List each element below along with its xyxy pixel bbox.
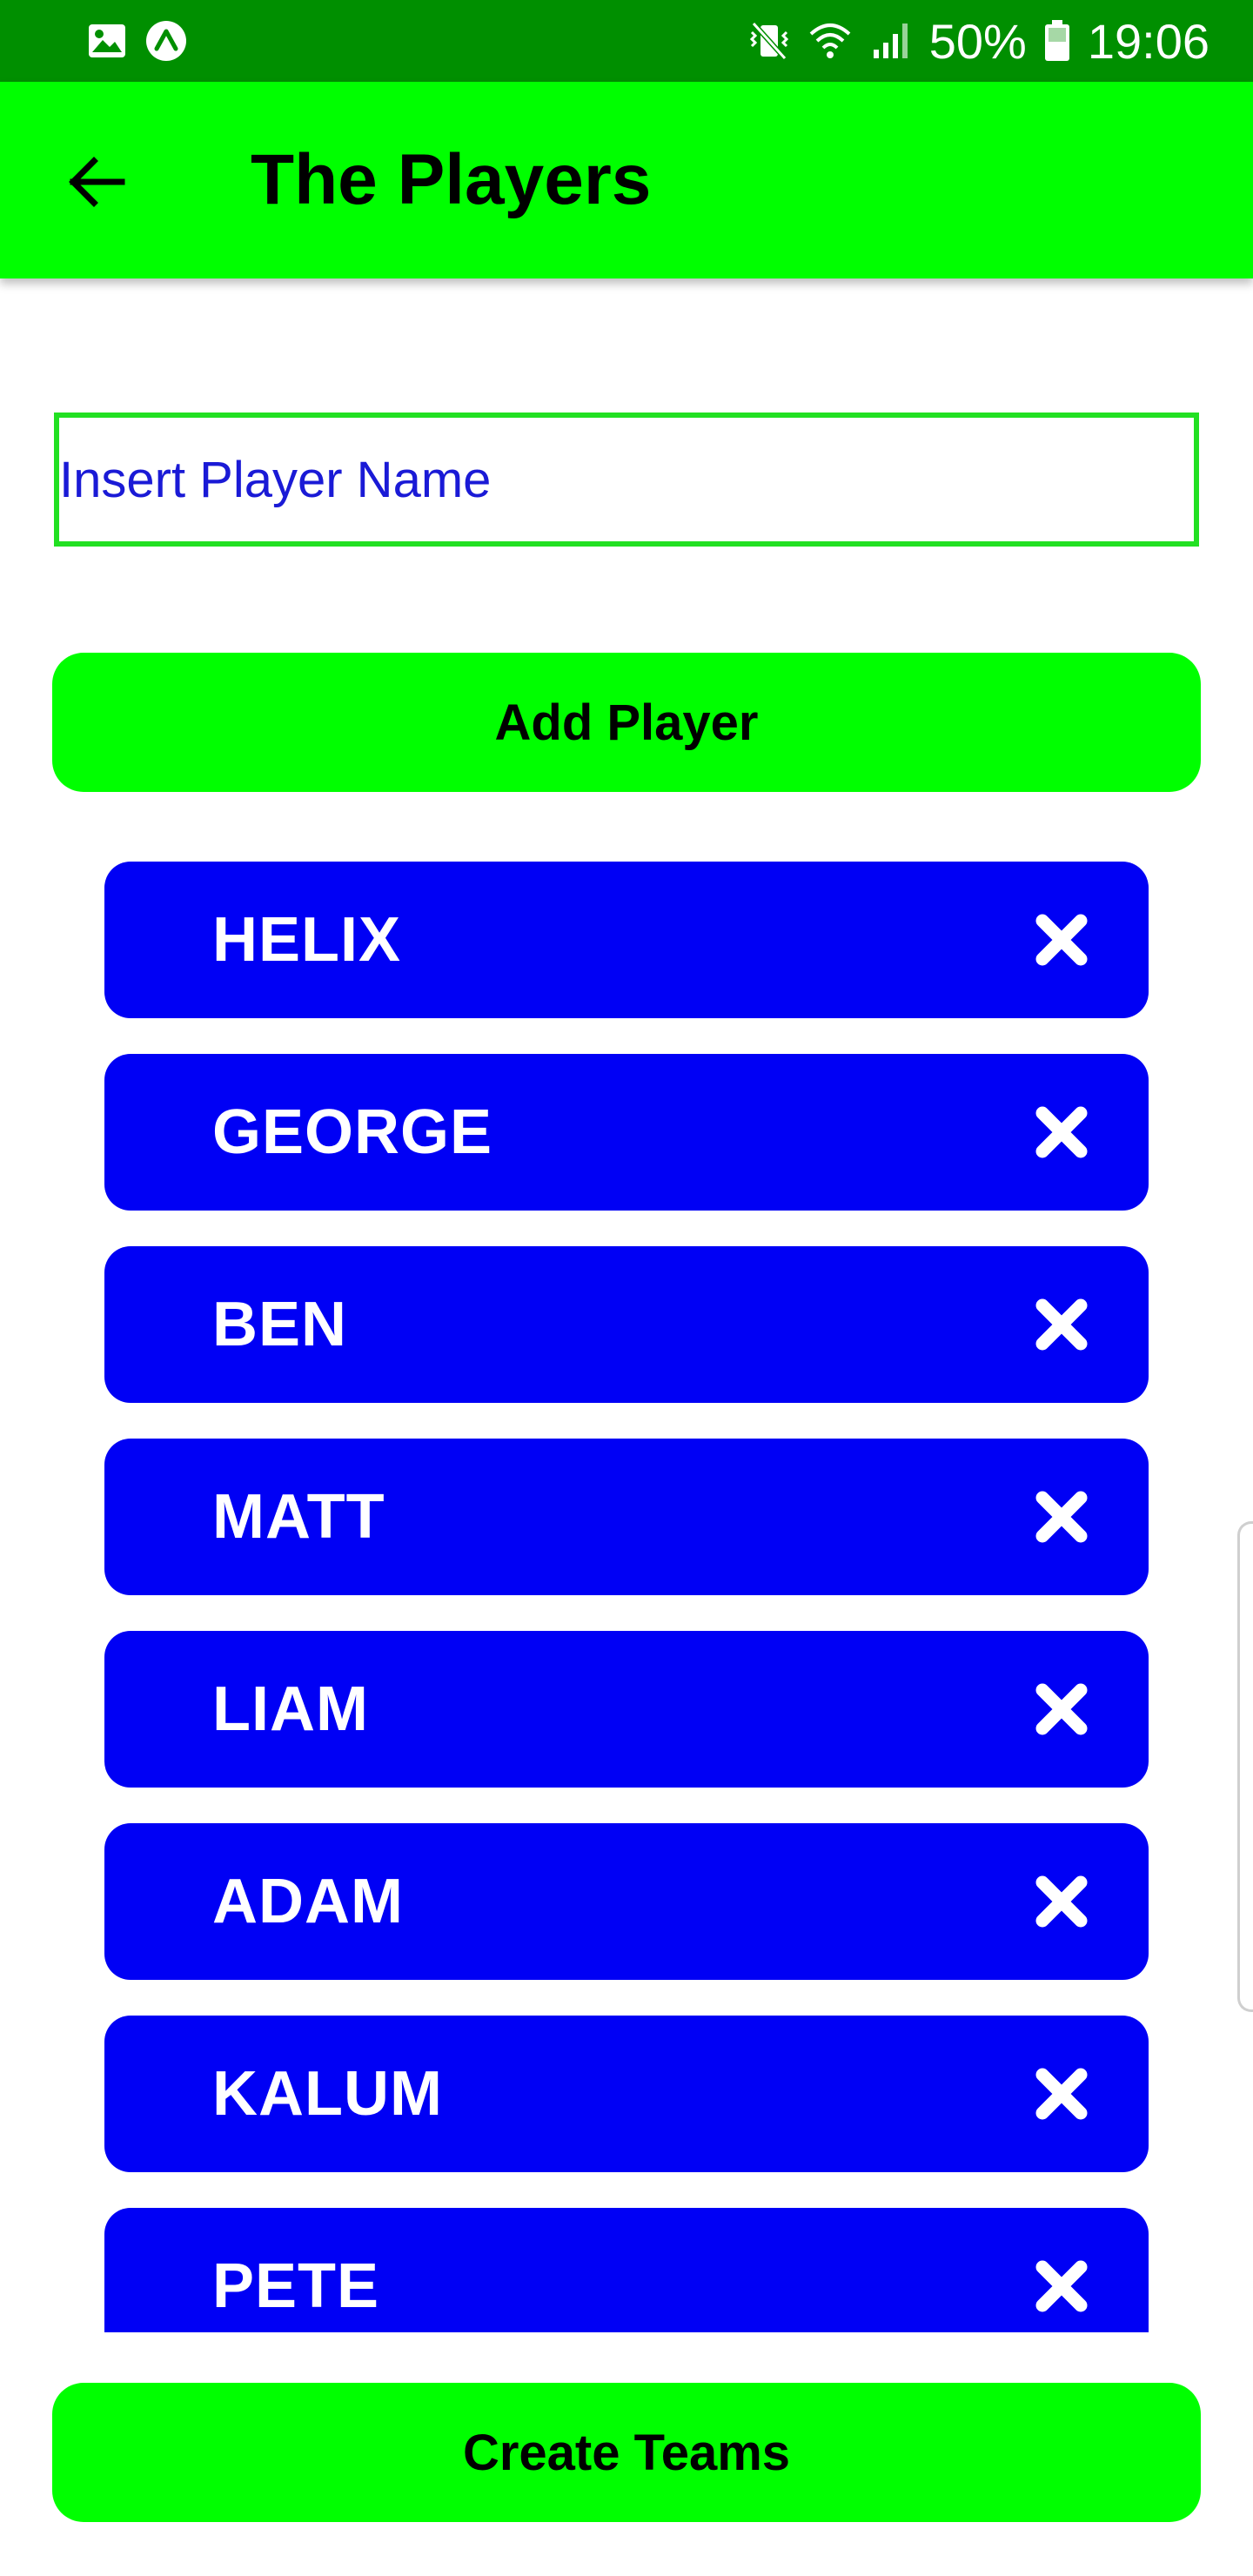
player-item: MATT (104, 1439, 1149, 1595)
player-name: LIAM (212, 1674, 369, 1744)
player-item: BEN (104, 1246, 1149, 1403)
delete-player-button[interactable] (1027, 2059, 1096, 2129)
create-teams-label: Create Teams (462, 2424, 791, 2481)
battery-percent: 50% (928, 13, 1027, 69)
close-x-icon (1035, 1106, 1088, 1158)
status-bar: 50% 19:06 (0, 0, 1253, 82)
signal-icon (873, 23, 908, 58)
player-name: GEORGE (212, 1097, 493, 1167)
delete-player-button[interactable] (1027, 1867, 1096, 1936)
mute-vibrate-icon (749, 21, 788, 61)
player-name-input[interactable] (54, 413, 1199, 547)
player-item: GEORGE (104, 1054, 1149, 1211)
add-player-label: Add Player (494, 694, 759, 751)
create-teams-button[interactable]: Create Teams (52, 2383, 1201, 2522)
delete-player-button[interactable] (1027, 2251, 1096, 2321)
player-item: HELIX (104, 862, 1149, 1018)
player-name: MATT (212, 1482, 385, 1552)
arrow-left-icon (69, 157, 125, 207)
close-x-icon (1035, 914, 1088, 966)
player-name: ADAM (212, 1867, 404, 1936)
player-list[interactable]: HELIX GEORGE BEN MATT LIAM ADAM KALUM PE… (0, 862, 1253, 2332)
delete-player-button[interactable] (1027, 905, 1096, 975)
player-name: BEN (212, 1290, 348, 1359)
player-item: PETE (104, 2208, 1149, 2332)
wifi-icon (809, 23, 851, 58)
add-player-button[interactable]: Add Player (52, 653, 1201, 792)
clock: 19:06 (1087, 13, 1209, 69)
close-x-icon (1035, 2260, 1088, 2312)
back-button[interactable] (52, 143, 139, 221)
app-bar: The Players (0, 82, 1253, 278)
player-name: KALUM (212, 2059, 443, 2129)
player-item: KALUM (104, 2016, 1149, 2172)
battery-icon (1044, 20, 1069, 61)
player-item: LIAM (104, 1631, 1149, 1788)
close-x-icon (1035, 1875, 1088, 1928)
close-x-icon (1035, 1491, 1088, 1543)
close-x-icon (1035, 2068, 1088, 2120)
status-right-group: 50% 19:06 (747, 0, 1209, 82)
close-x-icon (1035, 1298, 1088, 1351)
expo-icon (146, 21, 186, 61)
page-title: The Players (251, 140, 652, 219)
image-icon (89, 24, 125, 57)
player-name: PETE (212, 2251, 380, 2321)
scrollbar-handle[interactable] (1237, 1521, 1253, 2012)
player-item: ADAM (104, 1823, 1149, 1980)
delete-player-button[interactable] (1027, 1290, 1096, 1359)
delete-player-button[interactable] (1027, 1097, 1096, 1167)
delete-player-button[interactable] (1027, 1674, 1096, 1744)
player-name: HELIX (212, 905, 402, 975)
delete-player-button[interactable] (1027, 1482, 1096, 1552)
close-x-icon (1035, 1683, 1088, 1735)
